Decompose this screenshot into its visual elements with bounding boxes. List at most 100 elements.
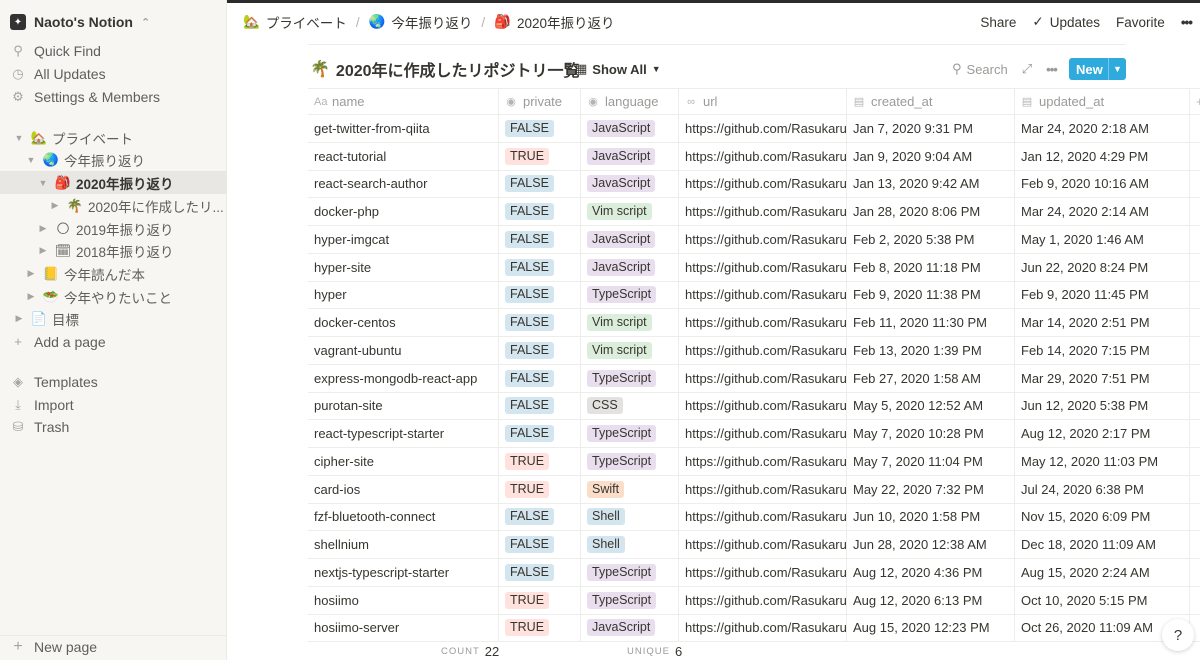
cell-url[interactable]: https://github.com/Rasukarusan xyxy=(679,253,847,281)
cell-private[interactable]: FALSE xyxy=(499,392,581,420)
breadcrumb-item[interactable]: 🌏 今年振り返り xyxy=(369,12,473,32)
cell-created-at[interactable]: Jan 28, 2020 8:06 PM xyxy=(847,198,1015,225)
cell-language[interactable]: JavaScript xyxy=(581,614,679,642)
cell-url[interactable]: https://github.com/Rasukarusan xyxy=(679,614,847,642)
share-button[interactable]: Share xyxy=(980,15,1016,30)
cell-private[interactable]: FALSE xyxy=(499,337,581,364)
cell-url[interactable]: https://github.com/Rasukarusan xyxy=(679,170,847,198)
toggle-collapsed-icon[interactable]: ▶ xyxy=(36,245,50,256)
column-header-url[interactable]: ∞ url xyxy=(679,89,847,114)
cell-name[interactable]: fzf-bluetooth-connect xyxy=(308,503,499,531)
column-header-language[interactable]: ◉ language xyxy=(581,89,679,114)
cell-created-at[interactable]: May 7, 2020 10:28 PM xyxy=(847,420,1015,447)
table-row[interactable]: nextjs-typescript-starter FALSE TypeScript… xyxy=(308,559,1200,587)
cell-language[interactable]: Swift xyxy=(581,475,679,503)
cell-name[interactable]: shellnium xyxy=(308,531,499,558)
cell-private[interactable]: TRUE xyxy=(499,586,581,614)
cell-updated-at[interactable]: May 1, 2020 1:46 AM xyxy=(1015,226,1190,253)
table-row[interactable]: purotan-site FALSE CSS https://github.com/R… xyxy=(308,392,1200,421)
cell-url[interactable]: https://github.com/Rasukarusan xyxy=(679,115,847,142)
cell-updated-at[interactable]: Feb 9, 2020 11:45 PM xyxy=(1015,281,1190,309)
cell-name[interactable]: hyper-site xyxy=(308,253,499,281)
cell-created-at[interactable]: Jan 13, 2020 9:42 AM xyxy=(847,170,1015,198)
cell-created-at[interactable]: Jun 10, 2020 1:58 PM xyxy=(847,503,1015,531)
cell-created-at[interactable]: May 7, 2020 11:04 PM xyxy=(847,448,1015,475)
cell-name[interactable]: cipher-site xyxy=(308,448,499,475)
help-button[interactable]: ? xyxy=(1162,619,1194,651)
cell-updated-at[interactable]: Mar 24, 2020 2:14 AM xyxy=(1015,198,1190,225)
column-header-private[interactable]: ◉ private xyxy=(499,89,581,114)
cell-name[interactable]: express-mongodb-react-app xyxy=(308,364,499,392)
toggle-collapsed-icon[interactable]: ▶ xyxy=(36,223,50,234)
sidebar-tree-item[interactable]: ▼ 🏡 プライベート xyxy=(0,126,227,149)
cell-name[interactable]: vagrant-ubuntu xyxy=(308,337,499,364)
cell-language[interactable]: TypeScript xyxy=(581,364,679,392)
cell-url[interactable]: https://github.com/Rasukarusan xyxy=(679,503,847,531)
toggle-collapsed-icon[interactable]: ▶ xyxy=(24,291,38,302)
sidebar-tree-item[interactable]: ▶ 🌴 2020年に作成したリ... xyxy=(0,194,227,217)
cell-language[interactable]: JavaScript xyxy=(581,115,679,142)
quick-find[interactable]: ⚲ Quick Find xyxy=(0,39,227,62)
sidebar-tree-item[interactable]: ▼ 🎒 2020年振り返り xyxy=(0,171,227,194)
table-row[interactable]: shellnium FALSE Shell https://github.com/Ra… xyxy=(308,531,1200,559)
sidebar-tree-item[interactable]: ▶ 🥗 今年やりたいこと xyxy=(0,285,227,308)
cell-url[interactable]: https://github.com/Rasukarusan xyxy=(679,531,847,558)
cell-private[interactable]: FALSE xyxy=(499,226,581,253)
cell-name[interactable]: react-tutorial xyxy=(308,142,499,170)
cell-created-at[interactable]: Feb 9, 2020 11:38 PM xyxy=(847,281,1015,309)
cell-name[interactable]: docker-centos xyxy=(308,309,499,336)
cell-updated-at[interactable]: Feb 9, 2020 10:16 AM xyxy=(1015,170,1190,198)
cell-language[interactable]: JavaScript xyxy=(581,226,679,253)
cell-url[interactable]: https://github.com/Rasukarusan xyxy=(679,364,847,392)
sidebar-tree-item[interactable]: ▶ 🌕 2019年振り返り xyxy=(0,217,227,240)
cell-updated-at[interactable]: Jun 22, 2020 8:24 PM xyxy=(1015,253,1190,281)
cell-name[interactable]: docker-php xyxy=(308,198,499,225)
cell-language[interactable]: Vim script xyxy=(581,198,679,225)
cell-private[interactable]: FALSE xyxy=(499,281,581,309)
table-row[interactable]: hyper-imgcat FALSE JavaScript https://githu… xyxy=(308,226,1200,254)
cell-created-at[interactable]: Aug 12, 2020 6:13 PM xyxy=(847,586,1015,614)
table-row[interactable]: hosiimo-server TRUE JavaScript https://gith… xyxy=(308,614,1200,643)
column-header-created-at[interactable]: ▤ created_at xyxy=(847,89,1015,114)
sidebar-tree-item[interactable]: ▶ 📄 目標 xyxy=(0,307,227,330)
cell-created-at[interactable]: Aug 15, 2020 12:23 PM xyxy=(847,614,1015,642)
table-row[interactable]: cipher-site TRUE TypeScript https://github.… xyxy=(308,448,1200,476)
cell-url[interactable]: https://github.com/Rasukarusan xyxy=(679,337,847,364)
cell-url[interactable]: https://github.com/Rasukarusan xyxy=(679,475,847,503)
table-row[interactable]: hyper FALSE TypeScript https://github.com/R… xyxy=(308,281,1200,310)
cell-updated-at[interactable]: Mar 24, 2020 2:18 AM xyxy=(1015,115,1190,142)
cell-updated-at[interactable]: Mar 14, 2020 2:51 PM xyxy=(1015,309,1190,336)
cell-updated-at[interactable]: Oct 10, 2020 5:15 PM xyxy=(1015,586,1190,614)
add-page[interactable]: + Add a page xyxy=(0,330,227,353)
expand-icon[interactable]: ⤢ xyxy=(1022,61,1032,77)
cell-private[interactable]: FALSE xyxy=(499,115,581,142)
cell-name[interactable]: hyper-imgcat xyxy=(308,226,499,253)
cell-language[interactable]: Vim script xyxy=(581,337,679,364)
table-row[interactable]: hosiimo TRUE TypeScript https://github.com/… xyxy=(308,586,1200,615)
cell-url[interactable]: https://github.com/Rasukarusan xyxy=(679,420,847,447)
cell-name[interactable]: nextjs-typescript-starter xyxy=(308,559,499,586)
breadcrumb-item[interactable]: 🎒 2020年振り返り xyxy=(494,12,614,32)
cell-private[interactable]: FALSE xyxy=(499,420,581,447)
cell-private[interactable]: TRUE xyxy=(499,614,581,642)
cell-updated-at[interactable]: May 12, 2020 11:03 PM xyxy=(1015,448,1190,475)
more-icon[interactable]: ••• xyxy=(1046,62,1058,77)
updates-button[interactable]: ✓ Updates xyxy=(1032,14,1100,30)
new-record-button[interactable]: New ▼ xyxy=(1069,58,1126,80)
sidebar-tree-item[interactable]: ▼ 🌏 今年振り返り xyxy=(0,148,227,171)
more-options-icon[interactable]: ••• xyxy=(1181,15,1193,30)
cell-language[interactable]: JavaScript xyxy=(581,142,679,170)
toggle-expanded-icon[interactable]: ▼ xyxy=(24,155,38,165)
cell-updated-at[interactable]: Mar 29, 2020 7:51 PM xyxy=(1015,364,1190,392)
table-row[interactable]: docker-centos FALSE Vim script https://gith… xyxy=(308,309,1200,337)
add-column-button[interactable]: + xyxy=(1190,89,1200,114)
cell-url[interactable]: https://github.com/Rasukarusan xyxy=(679,392,847,420)
cell-name[interactable]: hosiimo-server xyxy=(308,614,499,642)
toggle-collapsed-icon[interactable]: ▶ xyxy=(12,313,26,324)
sidebar-tree-item[interactable]: ▶ 📒 今年読んだ本 xyxy=(0,262,227,285)
search-button[interactable]: ⚲ Search xyxy=(952,61,1008,77)
cell-created-at[interactable]: May 5, 2020 12:52 AM xyxy=(847,392,1015,420)
cell-updated-at[interactable]: Feb 14, 2020 7:15 PM xyxy=(1015,337,1190,364)
cell-created-at[interactable]: Feb 2, 2020 5:38 PM xyxy=(847,226,1015,253)
toggle-collapsed-icon[interactable]: ▶ xyxy=(48,200,62,211)
